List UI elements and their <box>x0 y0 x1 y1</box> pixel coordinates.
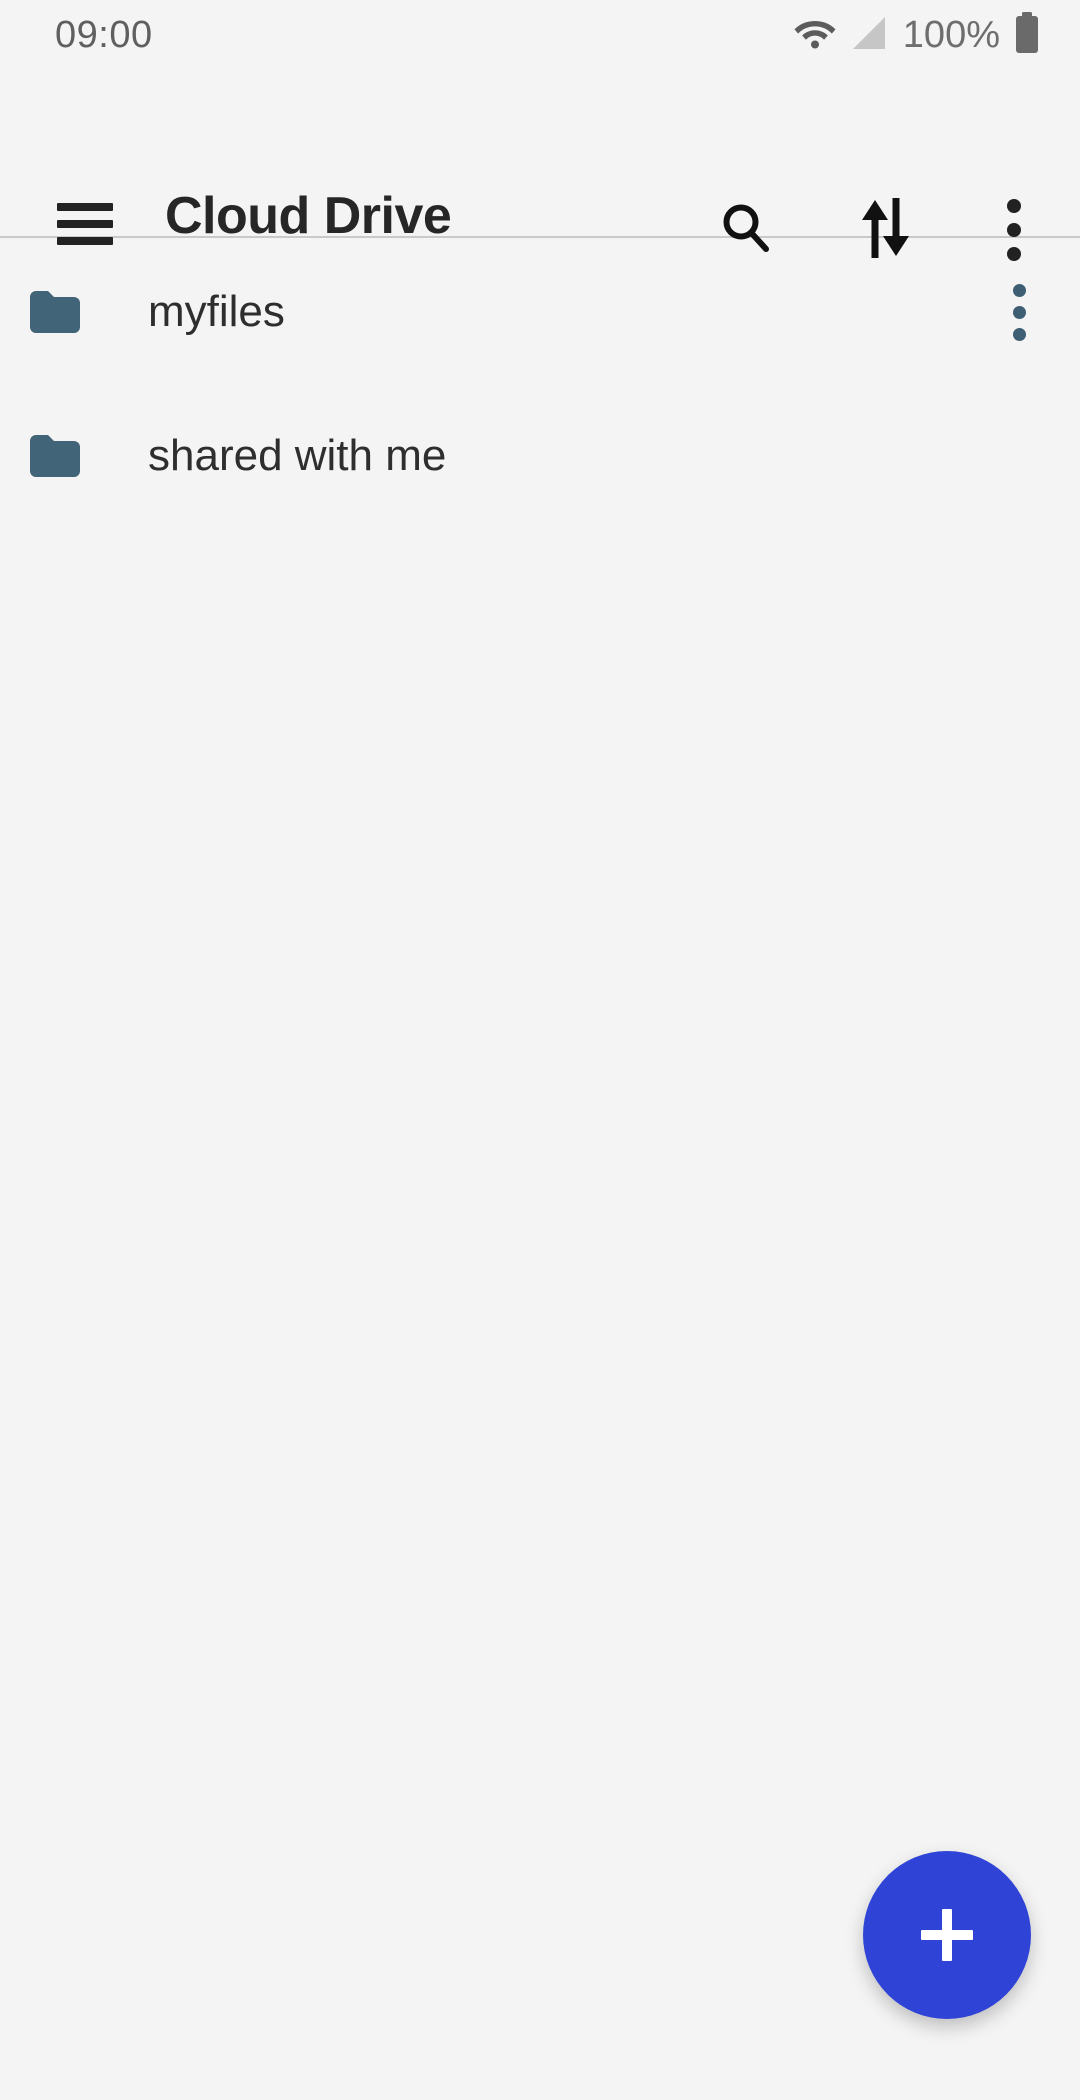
status-indicators: 100% <box>793 11 1040 59</box>
dot <box>1007 223 1021 237</box>
file-list: myfiles shared with me <box>0 240 1080 528</box>
hamburger-line <box>57 220 113 228</box>
folder-icon <box>30 435 80 477</box>
hamburger-menu-icon[interactable] <box>57 203 113 245</box>
overflow-menu-icon <box>1012 283 1026 341</box>
list-item-overflow-button[interactable] <box>984 272 1054 352</box>
dot <box>1007 199 1021 213</box>
list-item[interactable]: shared with me <box>0 384 1080 528</box>
plus-icon <box>921 1909 973 1961</box>
dot <box>1012 327 1026 341</box>
list-item[interactable]: myfiles <box>0 240 1080 384</box>
battery-full-icon <box>1014 11 1040 59</box>
battery-percent-label: 100% <box>902 14 1000 56</box>
dot <box>1012 305 1026 319</box>
list-item-label: myfiles <box>148 287 285 336</box>
list-item-label: shared with me <box>148 431 447 480</box>
status-bar: 09:00 100% <box>0 0 1080 70</box>
dot <box>1012 283 1026 297</box>
hamburger-line <box>57 203 113 211</box>
cellular-signal-icon <box>849 15 889 56</box>
status-time: 09:00 <box>55 14 153 56</box>
folder-icon <box>30 291 80 333</box>
wifi-icon <box>793 16 837 55</box>
page-title: Cloud Drive <box>165 187 452 245</box>
add-button[interactable] <box>863 1851 1031 2019</box>
app-bar: Cloud Drive <box>0 70 1080 261</box>
